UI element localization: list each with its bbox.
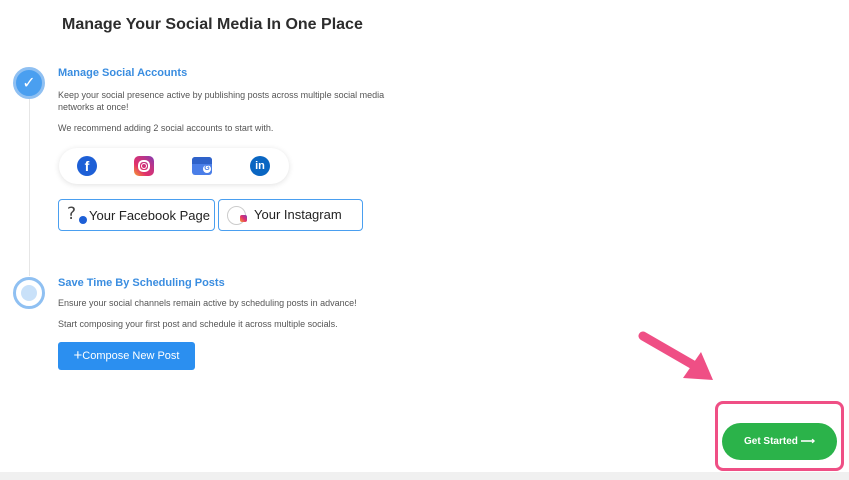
footer-bar xyxy=(0,472,849,480)
step1-status-circle: ✓ xyxy=(13,67,45,99)
facebook-page-label: Your Facebook Page xyxy=(89,208,210,223)
instagram-account-button[interactable]: Your Instagram xyxy=(218,199,363,231)
step1-title: Manage Social Accounts xyxy=(58,67,188,79)
facebook-page-account-button[interactable]: ? Your Facebook Page xyxy=(58,199,215,231)
google-business-icon[interactable]: G xyxy=(192,157,212,175)
step2-description: Ensure your social channels remain activ… xyxy=(58,298,357,308)
facebook-badge-icon xyxy=(79,216,87,224)
question-mark-icon: ? xyxy=(67,204,77,224)
step2-title: Save Time By Scheduling Posts xyxy=(58,277,225,289)
get-started-button[interactable]: Get Started ⟶ xyxy=(722,423,837,460)
step1-description: Keep your social presence active by publ… xyxy=(58,90,385,112)
instagram-badge-icon xyxy=(240,215,247,222)
plus-icon: + xyxy=(73,347,83,364)
step1-note: We recommend adding 2 social accounts to… xyxy=(58,123,274,133)
social-network-picker: f G in xyxy=(59,148,289,184)
timeline-connector xyxy=(29,96,30,276)
compose-new-post-button[interactable]: +Compose New Post xyxy=(58,342,195,370)
instagram-label: Your Instagram xyxy=(254,207,342,222)
pending-dot-icon xyxy=(21,285,37,301)
facebook-icon[interactable]: f xyxy=(77,156,97,176)
step2-note: Start composing your first post and sche… xyxy=(58,319,338,329)
step2-status-circle xyxy=(13,277,45,309)
linkedin-icon[interactable]: in xyxy=(250,156,270,176)
page-title: Manage Your Social Media In One Place xyxy=(62,16,363,33)
instagram-icon[interactable] xyxy=(134,156,154,176)
check-icon: ✓ xyxy=(22,73,36,92)
compose-label: Compose New Post xyxy=(82,350,180,362)
pointer-arrow-icon xyxy=(638,331,713,380)
